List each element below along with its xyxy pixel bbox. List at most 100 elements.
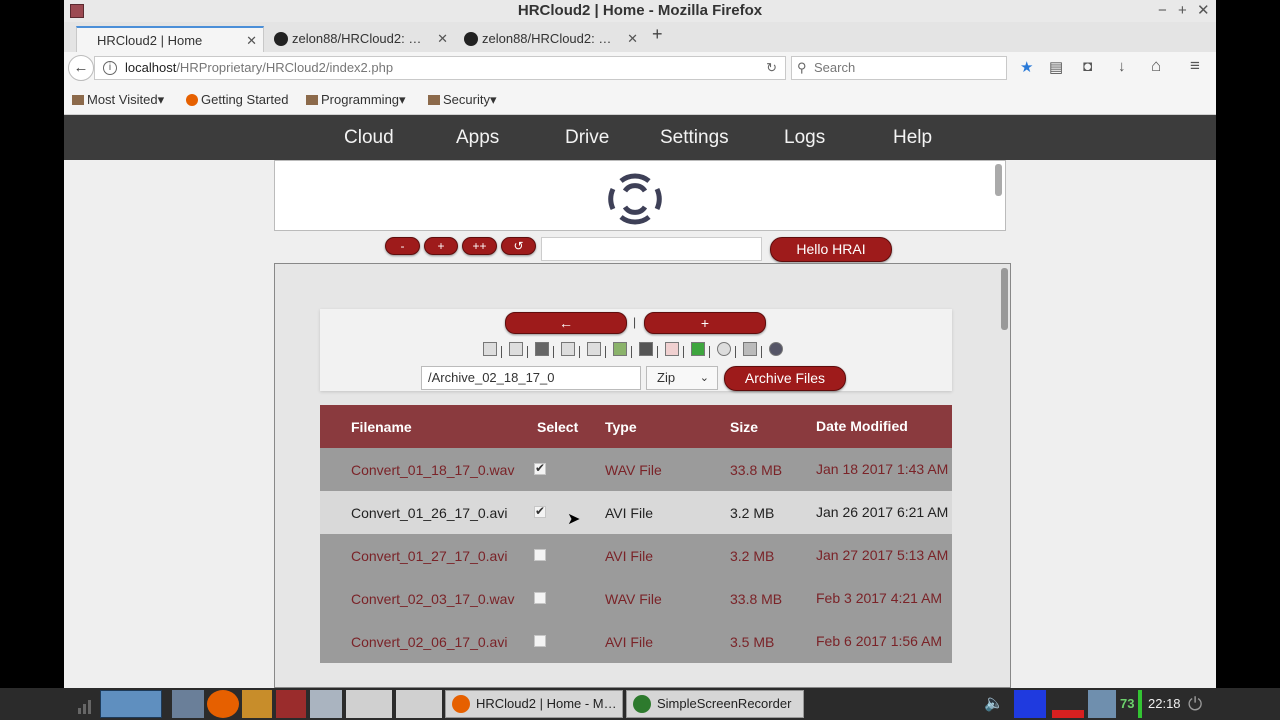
tab-close-icon[interactable]: ✕: [627, 26, 638, 52]
pocket-icon[interactable]: ◘: [1083, 58, 1092, 75]
back-button[interactable]: ←: [68, 55, 94, 81]
image-icon[interactable]: [639, 342, 653, 356]
table-row[interactable]: Convert_02_06_17_0.avi AVI File 3.5 MB F…: [320, 620, 952, 663]
zoom-out-button[interactable]: -: [385, 237, 420, 255]
reload-icon[interactable]: ↻: [766, 57, 777, 79]
share-icon[interactable]: [717, 342, 731, 356]
convert-icon[interactable]: [613, 342, 627, 356]
file-date: Jan 26 2017 6:21 AM: [816, 491, 952, 534]
archive-format-value: Zip: [657, 370, 676, 385]
zoom-in-more-button[interactable]: ++: [462, 237, 497, 255]
archive-icon[interactable]: [561, 342, 575, 356]
app-launcher-icon[interactable]: [276, 690, 306, 718]
select-checkbox[interactable]: [534, 461, 546, 475]
minimize-button[interactable]: −: [1158, 0, 1167, 22]
select-checkbox[interactable]: [534, 548, 546, 561]
file-name[interactable]: Convert_02_06_17_0.avi: [320, 620, 537, 663]
bookmark-security[interactable]: Security▾: [428, 92, 497, 108]
select-checkbox[interactable]: [534, 591, 546, 604]
bookmark-programming[interactable]: Programming▾: [306, 92, 406, 108]
download-icon[interactable]: ↓: [1118, 58, 1126, 75]
window-app-icon: [70, 4, 84, 18]
home-icon[interactable]: ⌂: [1151, 56, 1161, 76]
drive-panel-scrollbar[interactable]: [1001, 268, 1008, 330]
logo-panel-scrollbar[interactable]: [995, 164, 1002, 196]
nav-help[interactable]: Help: [893, 115, 932, 160]
select-checkbox[interactable]: [534, 634, 546, 647]
search-files-icon[interactable]: [769, 342, 783, 356]
archive-files-button[interactable]: Archive Files: [724, 366, 846, 391]
select-cell: [534, 534, 605, 577]
refresh-button[interactable]: ↺: [501, 237, 536, 255]
file-name[interactable]: Convert_02_03_17_0.wav: [320, 577, 537, 620]
search-input[interactable]: ⚲ Search: [791, 56, 1007, 80]
column-select[interactable]: Select: [537, 405, 605, 448]
select-checkbox[interactable]: [534, 504, 546, 518]
folder-icon[interactable]: [587, 342, 601, 356]
tab-close-icon[interactable]: ✕: [437, 26, 448, 52]
table-row[interactable]: Convert_02_03_17_0.wav WAV File 33.8 MB …: [320, 577, 952, 620]
copy-icon[interactable]: [483, 342, 497, 356]
task-label: SimpleScreenRecorder: [657, 696, 792, 711]
tab-close-icon[interactable]: ✕: [246, 28, 257, 54]
file-name[interactable]: Convert_01_27_17_0.avi: [320, 534, 537, 577]
power-icon[interactable]: ⏻: [1188, 690, 1212, 718]
clipboard-icon[interactable]: [743, 342, 757, 356]
column-filename[interactable]: Filename: [320, 405, 537, 448]
maximize-button[interactable]: +: [1178, 0, 1187, 22]
rename-icon[interactable]: [509, 342, 523, 356]
new-item-button[interactable]: +: [644, 312, 766, 334]
back-folder-button[interactable]: ←: [505, 312, 627, 334]
reading-list-icon[interactable]: ▤: [1049, 58, 1063, 76]
cpu-monitor-icon: [1014, 690, 1046, 718]
bookmark-getting-started[interactable]: Getting Started: [186, 92, 288, 107]
bookmark-star-icon[interactable]: ★: [1020, 58, 1033, 76]
nav-cloud[interactable]: Cloud: [344, 115, 394, 160]
delete-icon[interactable]: [535, 342, 549, 356]
archive-path-input[interactable]: /Archive_02_18_17_0: [421, 366, 641, 390]
column-date-modified[interactable]: Date Modified: [816, 405, 952, 448]
info-icon[interactable]: i: [103, 61, 117, 75]
table-row[interactable]: Convert_01_18_17_0.wav WAV File 33.8 MB …: [320, 448, 952, 491]
tab-hrcloud2-home[interactable]: HRCloud2 | Home ✕: [76, 26, 264, 52]
separator: [605, 346, 606, 358]
nav-settings[interactable]: Settings: [660, 115, 729, 160]
network-icon[interactable]: [1088, 690, 1116, 718]
table-row[interactable]: Convert_01_26_17_0.avi AVI File 3.2 MB J…: [320, 491, 952, 534]
clock[interactable]: 22:18: [1148, 688, 1181, 720]
file-toolbox: ← | + /Archive_02_18_17_0 Zip ⌄ Archive …: [320, 309, 952, 391]
hrai-command-input[interactable]: [541, 237, 762, 261]
archive-format-select[interactable]: Zip ⌄: [646, 366, 718, 390]
sublime-launcher-icon[interactable]: [242, 690, 272, 718]
zoom-in-button[interactable]: +: [424, 237, 458, 255]
url-bar[interactable]: i localhost/HRProprietary/HRCloud2/index…: [94, 56, 786, 80]
bookmark-most-visited[interactable]: Most Visited▾: [72, 92, 164, 108]
volume-icon[interactable]: 🔈: [984, 690, 1008, 718]
file-manager-launcher-icon[interactable]: [172, 690, 204, 718]
taskbar-firefox-task[interactable]: HRCloud2 | Home - M…: [445, 690, 623, 718]
menu-icon[interactable]: ≡: [1190, 56, 1200, 76]
file-name[interactable]: Convert_01_26_17_0.avi: [320, 491, 537, 534]
nav-logs[interactable]: Logs: [784, 115, 825, 160]
new-tab-button[interactable]: +: [652, 24, 663, 45]
window-launcher-icon[interactable]: [310, 690, 342, 718]
play-icon[interactable]: [691, 342, 705, 356]
desktop-1-icon[interactable]: [346, 690, 392, 718]
column-type[interactable]: Type: [605, 405, 730, 448]
column-size[interactable]: Size: [730, 405, 816, 448]
hello-hrai-button[interactable]: Hello HRAI: [770, 237, 892, 262]
tab-github-2[interactable]: zelon88/HRCloud2: … ✕: [460, 26, 644, 52]
nav-drive[interactable]: Drive: [565, 115, 609, 160]
table-row[interactable]: Convert_01_27_17_0.avi AVI File 3.2 MB J…: [320, 534, 952, 577]
close-window-button[interactable]: ✕: [1197, 0, 1210, 22]
firefox-launcher-icon[interactable]: [207, 690, 239, 718]
file-name[interactable]: Convert_01_18_17_0.wav: [320, 448, 537, 491]
pdf-icon[interactable]: [665, 342, 679, 356]
file-date: Jan 27 2017 5:13 AM: [816, 534, 952, 577]
separator: [683, 346, 684, 358]
start-menu-button[interactable]: [100, 690, 162, 718]
taskbar-recorder-task[interactable]: SimpleScreenRecorder: [626, 690, 804, 718]
tab-github-1[interactable]: zelon88/HRCloud2: … ✕: [270, 26, 454, 52]
desktop-2-icon[interactable]: [396, 690, 442, 718]
nav-apps[interactable]: Apps: [456, 115, 499, 160]
